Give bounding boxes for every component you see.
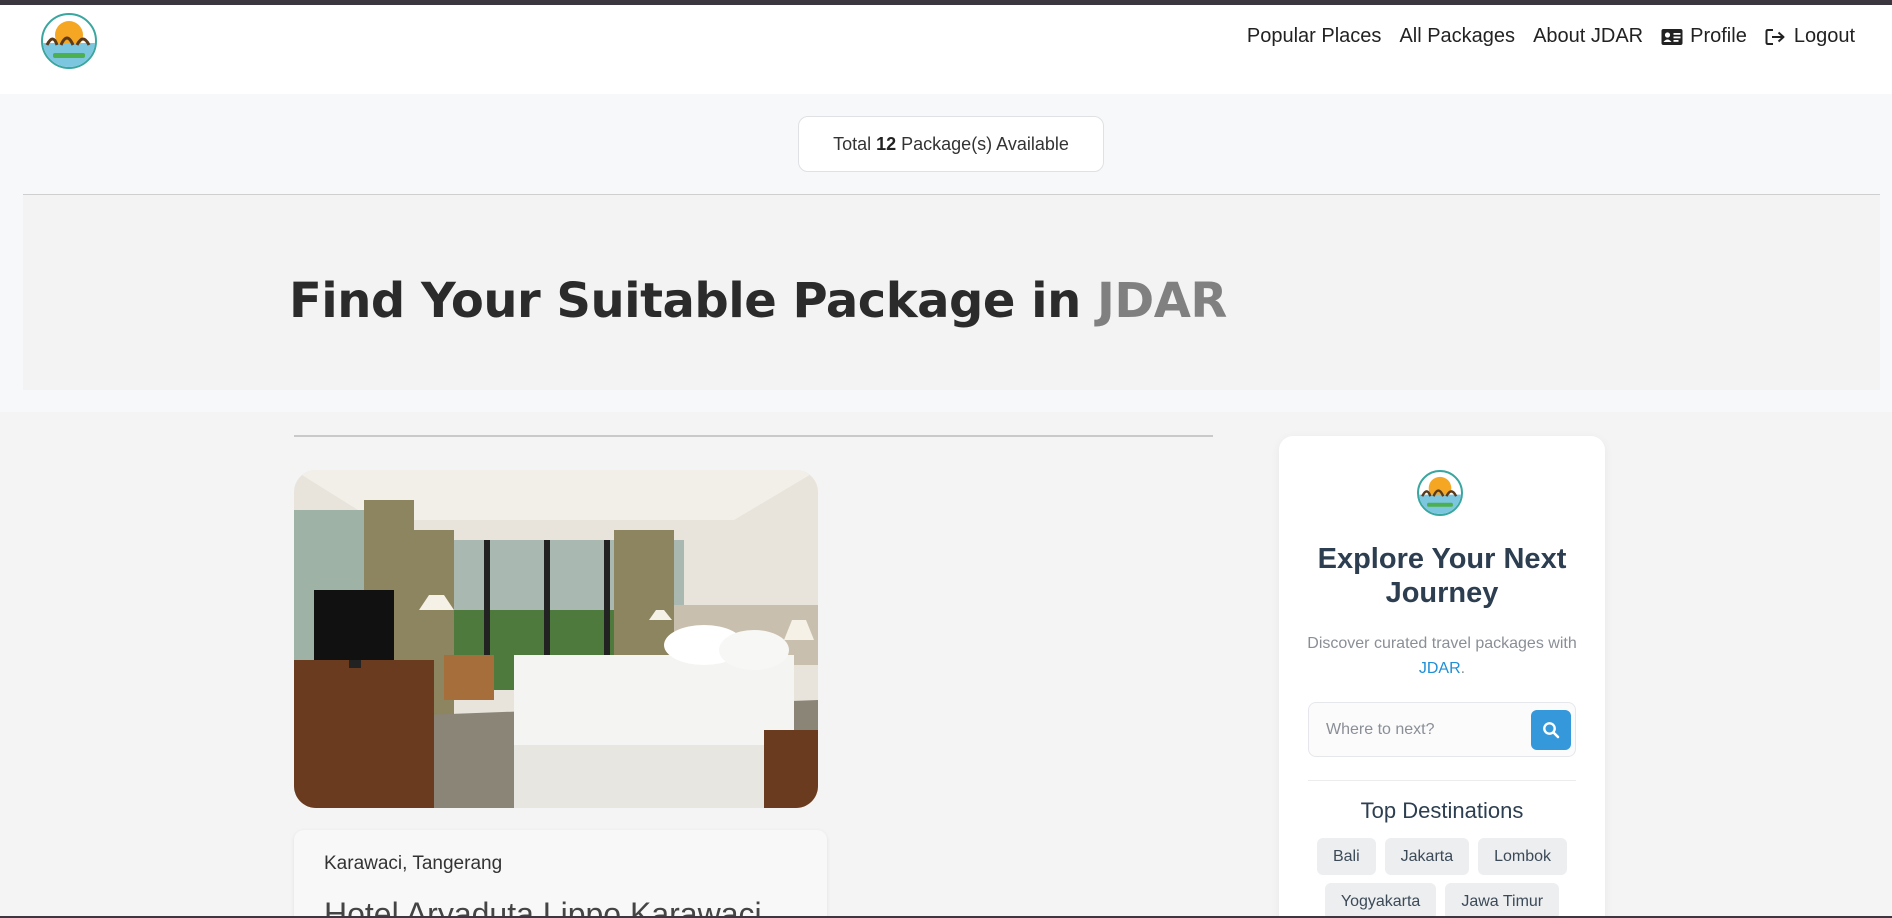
hero-title-text: Find Your Suitable Package in bbox=[289, 273, 1097, 329]
hotel-room-photo bbox=[294, 470, 818, 808]
destination-chips: Bali Jakarta Lombok Yogyakarta Jawa Timu… bbox=[1299, 838, 1585, 918]
id-card-icon bbox=[1661, 28, 1683, 45]
package-card[interactable]: Karawaci, Tangerang Hotel Aryaduta Lippo… bbox=[294, 830, 827, 918]
sidebar-subtitle: Discover curated travel packages with JD… bbox=[1299, 631, 1585, 681]
sidebar-title: Explore Your Next Journey bbox=[1317, 543, 1567, 609]
sidebar-logo-graphic bbox=[1419, 476, 1461, 514]
destination-search bbox=[1308, 702, 1576, 757]
destination-chip-bali[interactable]: Bali bbox=[1316, 838, 1376, 875]
nav-all-packages-label: All Packages bbox=[1399, 25, 1516, 47]
destination-chip-jawa-timur[interactable]: Jawa Timur bbox=[1445, 883, 1560, 918]
sidebar-subtitle-text: Discover curated travel packages with bbox=[1307, 635, 1577, 652]
package-title[interactable]: Hotel Aryaduta Lippo Karawaci bbox=[324, 896, 762, 918]
nav-about[interactable]: About JDAR bbox=[1533, 25, 1643, 48]
sidebar-subtitle-brand: JDAR bbox=[1418, 660, 1461, 677]
package-location: Karawaci, Tangerang bbox=[324, 853, 503, 874]
site-logo[interactable] bbox=[41, 13, 97, 69]
search-icon bbox=[1543, 722, 1560, 739]
destination-search-input[interactable] bbox=[1310, 704, 1530, 755]
nav-all-packages[interactable]: All Packages bbox=[1399, 25, 1515, 48]
count-suffix: Package(s) Available bbox=[896, 133, 1069, 154]
nav-profile-label: Profile bbox=[1690, 25, 1747, 47]
nav-logout[interactable]: Logout bbox=[1765, 25, 1855, 48]
explore-sidebar: Explore Your Next Journey Discover curat… bbox=[1279, 436, 1605, 918]
sidebar-logo bbox=[1417, 470, 1463, 516]
top-destinations-title: Top Destinations bbox=[1360, 798, 1524, 823]
package-image[interactable] bbox=[294, 470, 818, 808]
content-divider bbox=[294, 435, 1213, 437]
sign-out-icon bbox=[1765, 28, 1785, 45]
sidebar-subtitle-suffix: . bbox=[1460, 660, 1466, 677]
count-prefix: Total bbox=[833, 133, 877, 154]
hero-title: Find Your Suitable Package in JDAR bbox=[289, 273, 1227, 329]
nav-popular-places[interactable]: Popular Places bbox=[1247, 25, 1382, 48]
nav-profile[interactable]: Profile bbox=[1661, 25, 1747, 48]
destination-chip-jakarta[interactable]: Jakarta bbox=[1384, 838, 1470, 875]
logo-graphic bbox=[43, 21, 95, 67]
hero-banner: Find Your Suitable Package in JDAR bbox=[23, 194, 1880, 390]
nav-about-label: About JDAR bbox=[1533, 25, 1644, 47]
nav-menu: Popular Places All Packages About JDAR P… bbox=[1247, 25, 1855, 48]
navbar: Popular Places All Packages About JDAR P… bbox=[0, 5, 1892, 94]
hero-brand: JDAR bbox=[1096, 273, 1227, 329]
search-button[interactable] bbox=[1531, 710, 1571, 750]
nav-logout-label: Logout bbox=[1793, 25, 1855, 47]
destination-chip-lombok[interactable]: Lombok bbox=[1478, 838, 1568, 875]
package-count-badge: Total 12 Package(s) Available bbox=[798, 116, 1104, 172]
sidebar-divider bbox=[1308, 780, 1576, 781]
count-number: 12 bbox=[876, 133, 897, 154]
nav-popular-places-label: Popular Places bbox=[1246, 25, 1382, 47]
destination-chip-yogyakarta[interactable]: Yogyakarta bbox=[1324, 883, 1437, 918]
top-section: Total 12 Package(s) Available Find Your … bbox=[0, 94, 1892, 412]
